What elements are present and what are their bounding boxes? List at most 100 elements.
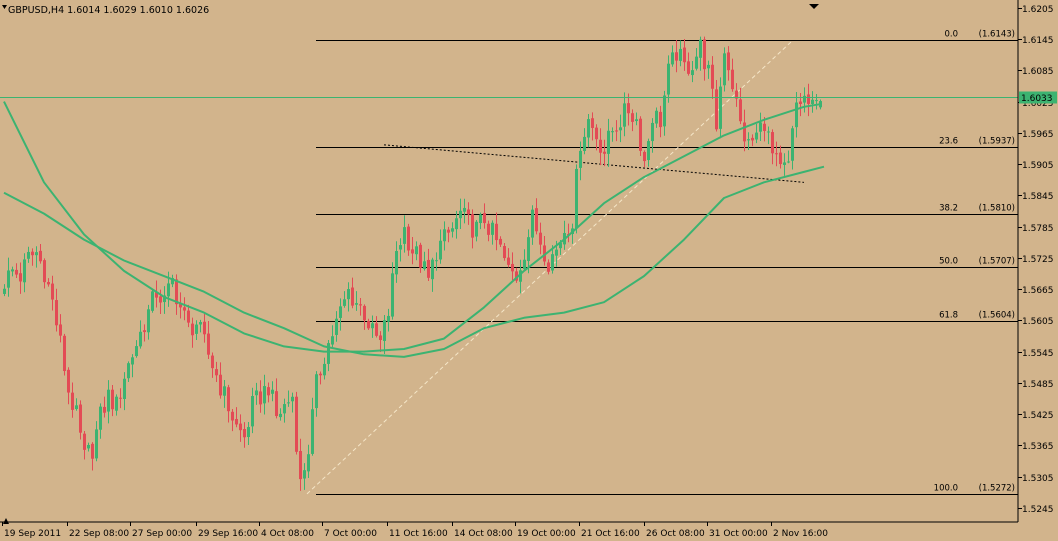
bear-candle (319, 373, 322, 376)
bear-candle (43, 260, 46, 283)
bull-candle (371, 323, 374, 329)
bear-candle (79, 404, 82, 433)
bull-candle (439, 240, 442, 260)
y-tick-label: 1.5845 (1022, 192, 1054, 202)
bull-candle (135, 346, 138, 357)
y-tick-label: 1.5425 (1022, 411, 1054, 421)
bear-candle (483, 213, 486, 224)
fib-level-label: 0.0 (944, 30, 958, 40)
bear-candle (71, 392, 74, 410)
bear-candle (379, 335, 382, 341)
bull-candle (75, 405, 78, 410)
bull-candle (99, 406, 102, 430)
bear-candle (487, 223, 490, 235)
bull-candle (95, 429, 98, 459)
chart-title: GBPUSD,H4 1.6014 1.6029 1.6010 1.6026 (8, 5, 209, 16)
bear-candle (211, 355, 214, 369)
bear-candle (55, 300, 58, 326)
bear-candle (763, 123, 766, 131)
bull-candle (579, 150, 582, 168)
bull-candle (87, 444, 90, 449)
bear-candle (779, 152, 782, 165)
chart-root: 0.0 (1.6143) 23.6 (1.5937) 38.2 (1.5810) 50.0 (… (0, 0, 1058, 541)
bull-candle (707, 64, 710, 69)
bear-candle (363, 305, 366, 321)
bull-candle (403, 227, 406, 244)
x-tick-label: 21 Oct 16:00 (581, 529, 640, 539)
bull-candle (451, 228, 454, 232)
bear-candle (51, 283, 54, 300)
x-tick-label: 7 Oct 00:00 (324, 529, 377, 539)
y-tick-label: 1.5785 (1022, 224, 1054, 234)
bull-candle (671, 52, 674, 65)
bull-candle (651, 122, 654, 142)
bull-candle (815, 100, 818, 102)
y-tick-label: 1.5245 (1022, 505, 1054, 515)
bull-candle (311, 409, 314, 454)
y-tick-label: 1.5305 (1022, 474, 1054, 484)
bear-candle (83, 433, 86, 450)
bear-candle (407, 226, 410, 251)
bull-candle (167, 283, 170, 297)
bear-candle (227, 387, 230, 412)
fib-level-label: 61.8 (939, 311, 958, 321)
bull-candle (423, 261, 426, 270)
bear-candle (47, 282, 50, 285)
bear-candle (727, 52, 730, 71)
bear-candle (687, 61, 690, 74)
bear-candle (615, 130, 618, 132)
fib-price-label: (1.6143) (979, 30, 1015, 40)
bull-candle (355, 303, 358, 305)
bear-candle (111, 389, 114, 410)
bull-candle (663, 95, 666, 127)
bear-candle (299, 450, 302, 480)
bear-candle (535, 208, 538, 232)
bull-candle (655, 110, 658, 124)
bull-candle (331, 336, 334, 345)
bull-candle (767, 131, 770, 133)
bear-candle (599, 139, 602, 153)
x-tick-label: 19 Sep 2011 (4, 529, 61, 539)
bull-candle (131, 357, 134, 365)
bull-candle (455, 218, 458, 230)
bull-candle (611, 131, 614, 133)
bear-candle (499, 238, 502, 245)
bull-candle (127, 363, 130, 379)
bear-candle (235, 418, 238, 425)
bear-candle (539, 232, 542, 245)
bear-candle (775, 153, 778, 155)
bull-candle (459, 210, 462, 219)
bear-candle (367, 321, 370, 329)
bear-candle (471, 214, 474, 238)
bear-candle (19, 273, 22, 282)
bear-candle (711, 64, 714, 89)
bear-candle (39, 250, 42, 262)
bull-candle (11, 269, 14, 272)
y-tick-label: 1.5365 (1022, 442, 1054, 452)
bear-candle (15, 269, 18, 275)
bull-candle (755, 132, 758, 140)
bear-candle (447, 229, 450, 233)
bear-candle (591, 118, 594, 128)
bull-candle (271, 389, 274, 394)
bull-candle (147, 309, 150, 333)
bull-candle (123, 378, 126, 399)
bear-candle (243, 429, 246, 438)
bull-candle (587, 119, 590, 138)
fib-price-label: (1.5604) (979, 311, 1015, 321)
y-tick-label: 1.5545 (1022, 349, 1054, 359)
bull-candle (555, 249, 558, 256)
bear-candle (771, 132, 774, 154)
candlestick-chart[interactable]: 0.0 (1.6143) 23.6 (1.5937) 38.2 (1.5810) 50.0 (… (0, 0, 1058, 541)
bear-candle (119, 397, 122, 399)
bear-candle (67, 369, 70, 393)
y-tick-label: 1.5485 (1022, 380, 1054, 390)
x-tick-label: 29 Sep 16:00 (198, 529, 258, 539)
bull-candle (583, 136, 586, 151)
bear-candle (715, 89, 718, 130)
bear-candle (807, 94, 810, 104)
bear-candle (187, 310, 190, 323)
x-tick-label: 22 Sep 08:00 (69, 529, 129, 539)
bull-candle (667, 63, 670, 95)
bear-candle (799, 101, 802, 105)
